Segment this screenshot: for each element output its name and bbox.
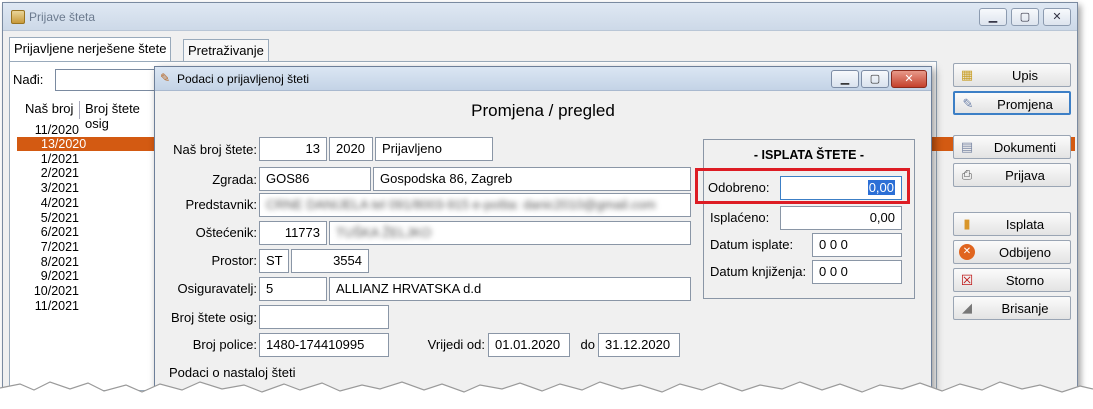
promjena-icon: ✎ — [962, 96, 974, 111]
dokumenti-button[interactable]: ▤ Dokumenti — [953, 135, 1071, 159]
ostecenik-name-field[interactable]: TUŠKA ŽELJKO — [329, 221, 691, 245]
find-input[interactable] — [55, 69, 167, 91]
list-row[interactable]: 11/2020 — [19, 123, 157, 137]
osiguravatelj-code-field[interactable]: 5 — [259, 277, 327, 301]
do-label: do — [580, 337, 595, 352]
dialog-icon: ✎ — [160, 71, 171, 85]
ostecenik-id-field[interactable]: 11773 — [259, 221, 327, 245]
dialog-maximize-button[interactable]: ▢ — [861, 70, 889, 88]
nas-broj-label: Naš broj štete: — [173, 142, 257, 157]
column-separator[interactable] — [79, 101, 80, 119]
payment-icon: ▮ — [963, 216, 971, 231]
zgrada-name-field[interactable]: Gospodska 86, Zagreb — [373, 167, 691, 191]
osiguravatelj-label: Osiguravatelj: — [177, 281, 257, 296]
nas-broj-year-field[interactable]: 2020 — [329, 137, 373, 161]
list-row[interactable]: 7/2021 — [19, 240, 157, 254]
minimize-icon: ▁ — [840, 73, 850, 85]
reject-icon: ✕ — [959, 244, 975, 260]
datum-isplate-field[interactable]: 0 0 0 — [812, 233, 902, 257]
dialog-heading: Promjena / pregled — [471, 101, 615, 120]
highlight-box — [695, 168, 910, 204]
payout-group: - ISPLATA ŠTETE - Odobreno: 0,00 Isplaće… — [703, 139, 915, 299]
zgrada-code-field[interactable]: GOS86 — [259, 167, 371, 191]
zgrada-label: Zgrada: — [212, 172, 257, 187]
claim-dialog: ✎ Podaci o prijavljenoj šteti ▁ ▢ ✕ Prom… — [154, 66, 932, 406]
find-label: Nađi: — [13, 72, 44, 87]
maximize-button[interactable]: ▢ — [1011, 8, 1039, 26]
vrijedi-od-label: Vrijedi od: — [427, 337, 485, 352]
upis-button[interactable]: ▦ Upis — [953, 63, 1071, 87]
broj-police-label: Broj police: — [192, 337, 257, 352]
isplaceno-field[interactable]: 0,00 — [780, 206, 902, 230]
isplata-button[interactable]: ▮ Isplata — [953, 212, 1071, 236]
predstavnik-field[interactable]: CRNE DANIJELA tel 091/8003-915 e-pošta: … — [259, 193, 691, 217]
dialog-title: Podaci o prijavljenoj šteti — [177, 72, 310, 86]
prostor-number-field[interactable]: 3554 — [291, 249, 369, 273]
odbijeno-button[interactable]: ✕ Odbijeno — [953, 240, 1071, 264]
brisanje-button[interactable]: ◢ Brisanje — [953, 296, 1071, 320]
list-row[interactable]: 9/2021 — [19, 269, 157, 283]
close-icon: ✕ — [904, 73, 914, 85]
osiguravatelj-name-field[interactable]: ALLIANZ HRVATSKA d.d — [329, 277, 691, 301]
datum-isplate-label: Datum isplate: — [710, 237, 794, 252]
prostor-code-field[interactable]: ST — [259, 249, 289, 273]
maximize-icon: ▢ — [1019, 11, 1031, 23]
storno-icon: ☒ — [960, 272, 974, 288]
dialog-close-button[interactable]: ✕ — [891, 70, 927, 88]
close-icon: ✕ — [1052, 11, 1062, 23]
datum-knjizenja-field[interactable]: 0 0 0 — [812, 260, 902, 284]
close-button[interactable]: ✕ — [1043, 8, 1071, 26]
status-field[interactable]: Prijavljeno — [375, 137, 493, 161]
column-header-nas-broj[interactable]: Naš broj — [25, 101, 73, 116]
storno-button[interactable]: ☒ Storno — [953, 268, 1071, 292]
payout-title: - ISPLATA ŠTETE - — [753, 148, 865, 162]
isplaceno-label: Isplaćeno: — [710, 210, 770, 225]
list-row[interactable]: 2/2021 — [19, 166, 157, 180]
dialog-minimize-button[interactable]: ▁ — [831, 70, 859, 88]
list-row[interactable]: 1/2021 — [19, 152, 157, 166]
list-row[interactable]: 5/2021 — [19, 211, 157, 225]
list-row[interactable]: 6/2021 — [19, 225, 157, 239]
prijava-button[interactable]: ⎙ Prijava — [953, 163, 1071, 187]
list-row[interactable]: 10/2021 — [19, 284, 157, 298]
app-icon — [11, 10, 25, 24]
tab-nerjesene-stete[interactable]: Prijavljene nerješene štete — [9, 37, 172, 62]
broj-police-field[interactable]: 1480-174410995 — [259, 333, 389, 357]
torn-edge-decoration — [0, 381, 1093, 409]
tab-pretrazivanje[interactable]: Pretraživanje — [183, 39, 269, 61]
do-field[interactable]: 31.12.2020 — [598, 333, 680, 357]
maximize-icon: ▢ — [869, 73, 881, 85]
datum-knjizenja-label: Datum knjiženja: — [710, 264, 807, 279]
predstavnik-label: Predstavnik: — [185, 197, 257, 212]
minimize-button[interactable]: ▁ — [979, 8, 1007, 26]
broj-stete-osig-field[interactable] — [259, 305, 389, 329]
vrijedi-od-field[interactable]: 01.01.2020 — [488, 333, 570, 357]
documents-icon: ▤ — [960, 139, 974, 154]
promjena-button[interactable]: ✎ Promjena — [953, 91, 1071, 115]
main-title-bar[interactable]: Prijave šteta ▁ ▢ ✕ — [3, 3, 1077, 31]
prostor-label: Prostor: — [211, 253, 257, 268]
eraser-icon: ◢ — [962, 300, 972, 315]
list-header: Naš broj Broj štete osig — [13, 101, 163, 131]
broj-stete-osig-label: Broj štete osig: — [171, 310, 257, 325]
list-row[interactable]: 3/2021 — [19, 181, 157, 195]
printer-icon: ⎙ — [961, 167, 973, 182]
dialog-title-bar[interactable]: ✎ Podaci o prijavljenoj šteti ▁ ▢ ✕ — [155, 67, 931, 91]
upis-icon: ▦ — [960, 67, 974, 82]
list-row[interactable]: 11/2021 — [19, 299, 157, 313]
minimize-icon: ▁ — [988, 11, 998, 23]
main-window-title: Prijave šteta — [29, 10, 96, 24]
nas-broj-number-field[interactable]: 13 — [259, 137, 327, 161]
list-row[interactable]: 8/2021 — [19, 255, 157, 269]
ostecenik-label: Oštećenik: — [195, 225, 257, 240]
list-row[interactable]: 4/2021 — [19, 196, 157, 210]
